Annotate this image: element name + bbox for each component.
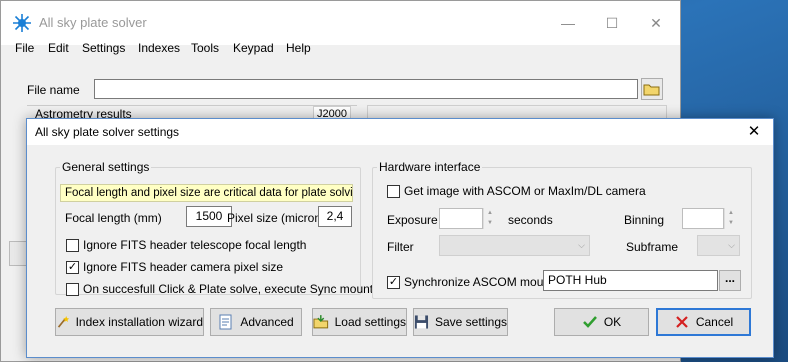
get-image-option[interactable]: Get image with ASCOM or MaxIm/DL camera xyxy=(387,184,646,198)
focal-length-input[interactable]: 1500 xyxy=(186,206,232,227)
sync-mount-option[interactable]: On succesfull Click & Plate solve, execu… xyxy=(66,282,373,296)
ignore-pixel-size-checkbox[interactable]: ✓ xyxy=(66,260,79,274)
dialog-titlebar: All sky plate solver settings ✕ xyxy=(27,119,773,145)
binning-label: Binning xyxy=(624,213,665,227)
menu-indexes[interactable]: Indexes xyxy=(138,41,180,55)
floppy-save-icon xyxy=(414,315,429,329)
focal-length-label: Focal length (mm) xyxy=(65,211,162,225)
menu-settings[interactable]: Settings xyxy=(82,41,125,55)
load-settings-button[interactable]: Load settings xyxy=(312,308,407,336)
chevron-down-icon: ⌵ xyxy=(578,240,585,250)
folder-load-icon xyxy=(313,315,329,329)
seconds-label: seconds xyxy=(508,213,553,227)
app-title: All sky plate solver xyxy=(39,15,147,30)
advanced-label: Advanced xyxy=(240,315,294,329)
menu-tools[interactable]: Tools xyxy=(191,41,219,55)
app-logo-icon xyxy=(13,14,31,32)
ignore-focal-length-option[interactable]: Ignore FITS header telescope focal lengt… xyxy=(66,238,306,252)
hardware-interface-legend: Hardware interface xyxy=(377,160,483,174)
open-folder-button[interactable] xyxy=(641,78,663,100)
settings-document-icon xyxy=(219,314,232,330)
subframe-label: Subframe xyxy=(626,240,679,254)
settings-dialog: All sky plate solver settings ✕ General … xyxy=(26,118,774,358)
ignore-focal-length-label: Ignore FITS header telescope focal lengt… xyxy=(83,238,307,252)
exposure-input[interactable] xyxy=(439,208,483,229)
minimize-icon[interactable]: — xyxy=(553,9,583,37)
folder-icon xyxy=(643,84,660,96)
menu-file[interactable]: File xyxy=(15,41,34,55)
general-settings-legend: General settings xyxy=(60,160,152,174)
ignore-pixel-size-option[interactable]: ✓ Ignore FITS header camera pixel size xyxy=(66,260,283,274)
general-settings-group: General settings Focal length and pixel … xyxy=(55,160,373,296)
chevron-down-icon: ⌵ xyxy=(728,240,735,250)
choose-mount-button[interactable]: ... xyxy=(719,270,741,291)
mount-name-input[interactable]: POTH Hub xyxy=(543,270,718,291)
subframe-select[interactable]: ⌵ xyxy=(697,235,740,256)
file-name-input[interactable] xyxy=(94,79,638,99)
cancel-button[interactable]: Cancel xyxy=(656,308,751,336)
critical-data-warning: Focal length and pixel size are critical… xyxy=(60,184,353,202)
cancel-label: Cancel xyxy=(695,315,734,329)
checkmark-icon xyxy=(582,316,597,328)
binning-input[interactable] xyxy=(682,208,724,229)
ok-label: OK xyxy=(603,315,622,329)
sync-ascom-checkbox[interactable]: ✓ xyxy=(387,275,400,289)
get-image-checkbox[interactable] xyxy=(387,184,400,198)
load-settings-label: Load settings xyxy=(334,315,406,329)
menu-keypad[interactable]: Keypad xyxy=(233,41,274,55)
exposure-spinner[interactable]: ▲ ▼ xyxy=(439,208,496,229)
save-settings-label: Save settings xyxy=(434,315,507,329)
dialog-title: All sky plate solver settings xyxy=(35,125,180,139)
sync-mount-label: On succesfull Click & Plate solve, execu… xyxy=(83,282,374,296)
menu-edit[interactable]: Edit xyxy=(48,41,69,55)
get-image-label: Get image with ASCOM or MaxIm/DL camera xyxy=(404,184,646,198)
filter-select[interactable]: ⌵ xyxy=(439,235,590,256)
index-wizard-button[interactable]: Index installation wizard xyxy=(55,308,204,336)
sync-mount-checkbox[interactable] xyxy=(66,282,79,296)
maximize-icon[interactable]: ☐ xyxy=(597,9,627,37)
ignore-pixel-size-label: Ignore FITS header camera pixel size xyxy=(83,260,284,274)
index-wizard-label: Index installation wizard xyxy=(75,315,203,329)
binning-spin-arrows-icon[interactable]: ▲ ▼ xyxy=(724,208,737,229)
sync-ascom-label: Synchronize ASCOM mount xyxy=(404,275,554,289)
main-titlebar: All sky plate solver — ☐ ✕ xyxy=(1,1,680,45)
file-name-label: File name xyxy=(27,83,80,97)
exposure-label: Exposure xyxy=(387,213,438,227)
dialog-close-icon[interactable]: ✕ xyxy=(741,121,767,143)
close-icon[interactable]: ✕ xyxy=(641,9,671,37)
red-x-icon xyxy=(676,316,688,328)
advanced-button[interactable]: Advanced xyxy=(210,308,302,336)
hardware-interface-group: Hardware interface Get image with ASCOM … xyxy=(372,160,752,299)
pixel-size-label: Pixel size (micron) xyxy=(227,211,326,225)
ignore-focal-length-checkbox[interactable] xyxy=(66,238,79,252)
exposure-spin-arrows-icon[interactable]: ▲ ▼ xyxy=(483,208,496,229)
filter-label: Filter xyxy=(387,240,414,254)
magic-wand-icon xyxy=(57,316,70,328)
pixel-size-input[interactable]: 2,4 xyxy=(318,206,352,227)
menu-help[interactable]: Help xyxy=(286,41,311,55)
binning-spinner[interactable]: ▲ ▼ xyxy=(682,208,737,229)
sync-ascom-option[interactable]: ✓ Synchronize ASCOM mount xyxy=(387,275,553,289)
save-settings-button[interactable]: Save settings xyxy=(413,308,508,336)
ok-button[interactable]: OK xyxy=(554,308,649,336)
